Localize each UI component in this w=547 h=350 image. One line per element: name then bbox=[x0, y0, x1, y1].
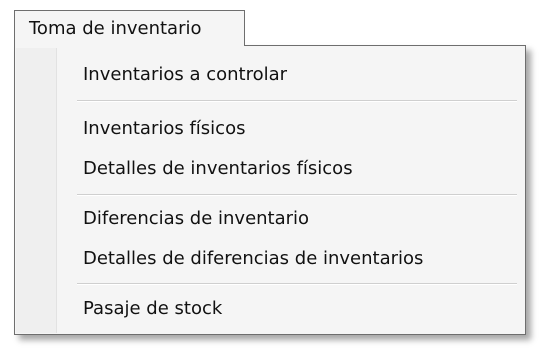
menu-separator bbox=[77, 194, 517, 196]
menu-item-detalles-de-diferencias-de-inventarios[interactable]: Detalles de diferencias de inventarios bbox=[83, 242, 517, 276]
menu-item-label: Pasaje de stock bbox=[83, 298, 223, 319]
menu-item-label: Inventarios físicos bbox=[83, 118, 246, 139]
menu-item-inventarios-a-controlar[interactable]: Inventarios a controlar bbox=[83, 58, 517, 92]
menu-separator bbox=[77, 283, 517, 285]
menu-item-pasaje-de-stock[interactable]: Pasaje de stock bbox=[83, 292, 517, 326]
menu-item-inventarios-fisicos[interactable]: Inventarios físicos bbox=[83, 112, 517, 146]
menu-title-label: Toma de inventario bbox=[29, 18, 202, 39]
dropdown-menu: Inventarios a controlar Inventarios físi… bbox=[14, 45, 526, 335]
menu-separator bbox=[77, 100, 517, 102]
menu-item-label: Detalles de diferencias de inventarios bbox=[83, 248, 424, 269]
menu-item-diferencias-de-inventario[interactable]: Diferencias de inventario bbox=[83, 202, 517, 236]
menu-item-detalles-de-inventarios-fisicos[interactable]: Detalles de inventarios físicos bbox=[83, 152, 517, 186]
menu-icon-gutter bbox=[16, 47, 57, 333]
menu-item-label: Inventarios a controlar bbox=[83, 64, 288, 85]
menu-item-label: Diferencias de inventario bbox=[83, 208, 310, 229]
menu-title-toma-de-inventario[interactable]: Toma de inventario bbox=[14, 10, 245, 48]
menu-item-label: Detalles de inventarios físicos bbox=[83, 158, 353, 179]
screen: Toma de inventario Inventarios a control… bbox=[0, 0, 547, 350]
